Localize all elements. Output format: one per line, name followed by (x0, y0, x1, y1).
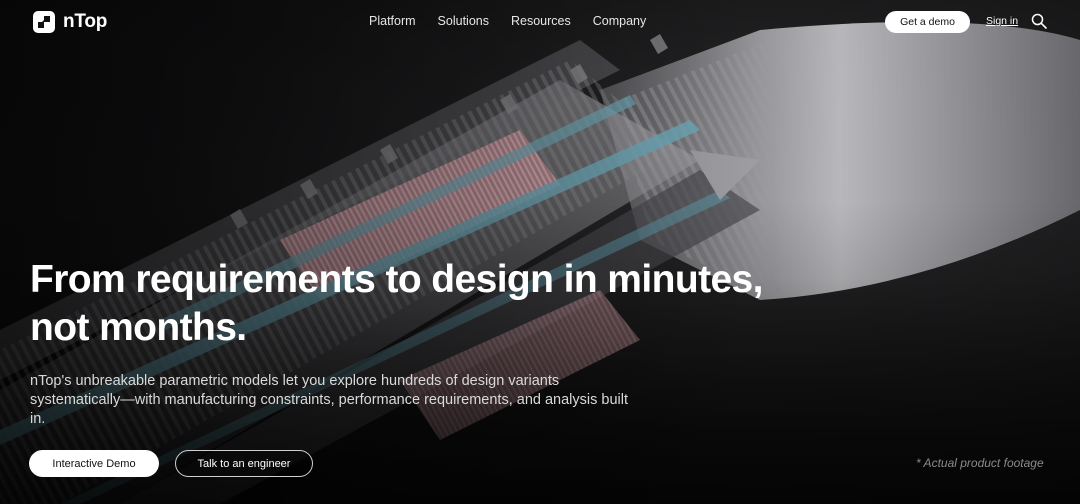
hero-headline-line-2: not months. (30, 306, 247, 349)
nav-item-platform[interactable]: Platform (369, 14, 416, 28)
top-navigation: nTop Platform Solutions Resources Compan… (0, 0, 1080, 44)
main-menu: Platform Solutions Resources Company (369, 14, 646, 28)
interactive-demo-button[interactable]: Interactive Demo (29, 450, 159, 477)
nav-item-solutions[interactable]: Solutions (438, 14, 489, 28)
get-a-demo-button[interactable]: Get a demo (885, 11, 970, 33)
brand-logo-link[interactable]: nTop (33, 11, 107, 33)
nav-item-resources[interactable]: Resources (511, 14, 571, 28)
hero-subtext: nTop's unbreakable parametric models let… (30, 373, 628, 427)
sign-in-link[interactable]: Sign in (986, 15, 1018, 27)
search-icon[interactable] (1031, 13, 1047, 29)
footage-footnote: * Actual product footage (916, 456, 1044, 470)
nav-item-company[interactable]: Company (593, 14, 647, 28)
talk-to-engineer-button[interactable]: Talk to an engineer (175, 450, 313, 477)
hero-headline: From requirements to design in minutes, … (30, 256, 830, 352)
ntop-logo-icon (33, 11, 55, 33)
hero-headline-line-1: From requirements to design in minutes, (30, 258, 763, 301)
brand-name: nTop (63, 11, 108, 32)
hero-section: nTop Platform Solutions Resources Compan… (0, 0, 1080, 504)
